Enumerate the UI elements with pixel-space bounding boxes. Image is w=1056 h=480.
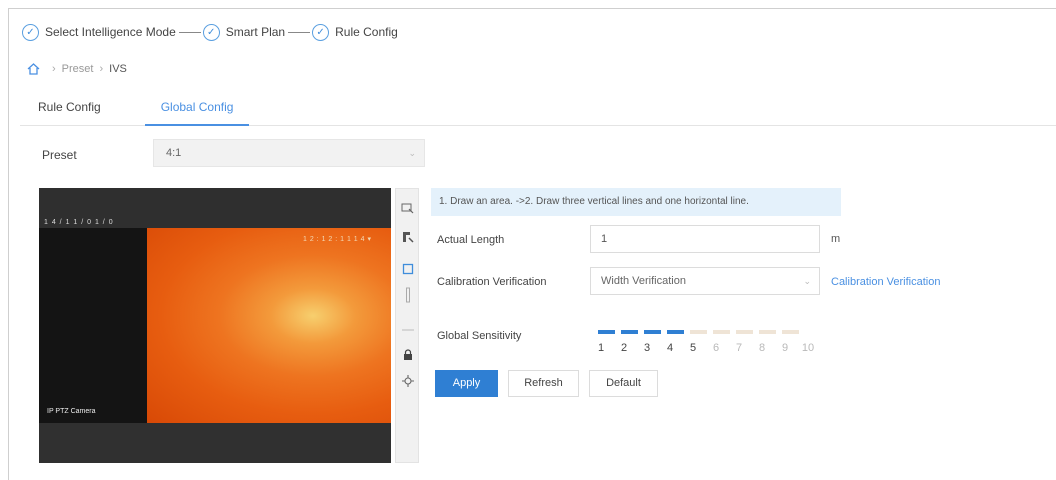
sensitivity-segment[interactable]: [621, 330, 638, 334]
locate-icon[interactable]: [400, 373, 415, 388]
lock-icon[interactable]: [400, 347, 415, 362]
breadcrumb-separator: ›: [99, 63, 104, 75]
sensitivity-level: 7: [735, 342, 743, 354]
step-label: Smart Plan: [225, 25, 286, 39]
camera-name-label: IP PTZ Camera: [47, 408, 96, 415]
sensitivity-level: 1: [597, 342, 605, 354]
breadcrumb-separator: ›: [52, 63, 56, 75]
instruction-hint: 1. Draw an area. ->2. Draw three vertica…: [431, 188, 841, 216]
breadcrumb-item-ivs: IVS: [109, 63, 127, 75]
step-smart-plan[interactable]: ✓ Smart Plan: [202, 23, 286, 41]
sensitivity-level: 5: [689, 342, 697, 354]
video-osd-date: 1 4 / 1 1 / 0 1 / 0: [44, 219, 114, 226]
preset-label: Preset: [42, 148, 77, 162]
video-osd-time: 1 2 : 1 2 : 1 1 1 4 ▾: [303, 236, 372, 243]
actual-length-label: Actual Length: [437, 234, 505, 246]
check-circle-icon: ✓: [312, 23, 330, 41]
preset-select[interactable]: 4:1 ⌄: [153, 139, 425, 167]
refresh-button[interactable]: Refresh: [508, 370, 579, 397]
sensitivity-level: 9: [781, 342, 789, 354]
sensitivity-level: 6: [712, 342, 720, 354]
step-connector: [178, 31, 201, 33]
chevron-down-icon: ⌄: [408, 148, 416, 158]
tab-global-config[interactable]: Global Config: [144, 90, 250, 126]
tab-rule-config[interactable]: Rule Config: [20, 90, 119, 126]
sensitivity-level: 2: [620, 342, 628, 354]
check-circle-icon: ✓: [202, 23, 220, 41]
drawing-toolbar: [395, 188, 419, 463]
breadcrumb-item-preset[interactable]: Preset: [62, 63, 94, 75]
sensitivity-level: 10: [801, 342, 815, 354]
calibration-verification-select[interactable]: Width Verification ⌄: [590, 267, 820, 295]
breadcrumb: › Preset › IVS: [27, 63, 127, 75]
sensitivity-level: 3: [643, 342, 651, 354]
preset-value: 4:1: [166, 147, 182, 159]
calibration-verification-label: Calibration Verification: [437, 276, 547, 288]
global-sensitivity-label: Global Sensitivity: [437, 330, 522, 342]
chevron-down-icon: ⌄: [803, 276, 811, 286]
config-tabs: Rule Config Global Config: [20, 90, 1056, 126]
step-connector: [288, 31, 311, 33]
video-letterbox-bottom: [39, 423, 391, 463]
step-select-intelligence-mode[interactable]: ✓ Select Intelligence Mode: [22, 23, 176, 41]
video-dark-region: [39, 228, 147, 423]
apply-button[interactable]: Apply: [435, 370, 498, 397]
draw-area-icon[interactable]: [400, 201, 415, 216]
sensitivity-segment[interactable]: [667, 330, 684, 334]
sensitivity-segment[interactable]: [598, 330, 615, 334]
wizard-steps: ✓ Select Intelligence Mode ✓ Smart Plan …: [22, 22, 398, 42]
default-button[interactable]: Default: [589, 370, 658, 397]
step-label: Select Intelligence Mode: [45, 25, 176, 39]
home-icon[interactable]: [27, 63, 40, 75]
sensitivity-slider[interactable]: [598, 330, 805, 334]
step-rule-config[interactable]: ✓ Rule Config: [312, 23, 398, 41]
sensitivity-segment[interactable]: [759, 330, 776, 334]
sensitivity-segment[interactable]: [690, 330, 707, 334]
vertical-line-icon[interactable]: [400, 287, 415, 302]
video-preview[interactable]: 1 4 / 1 1 / 0 1 / 0 1 2 : 1 2 : 1 1 1 4 …: [39, 188, 391, 463]
sensitivity-segment[interactable]: [736, 330, 753, 334]
check-circle-icon: ✓: [22, 23, 39, 41]
calibration-verification-value: Width Verification: [601, 275, 686, 287]
length-unit: m: [831, 233, 841, 245]
draw-rect-icon[interactable]: [400, 261, 415, 276]
actual-length-input[interactable]: 1: [590, 225, 820, 253]
step-label: Rule Config: [335, 25, 398, 39]
draw-line-icon[interactable]: [400, 229, 415, 244]
horizontal-line-icon[interactable]: [400, 322, 415, 337]
sensitivity-scale: 1 2 3 4 5 6 7 8 9 10: [592, 342, 822, 354]
sensitivity-segment[interactable]: [713, 330, 730, 334]
sensitivity-segment[interactable]: [644, 330, 661, 334]
sensitivity-level: 4: [666, 342, 674, 354]
calibration-verification-link[interactable]: Calibration Verification: [831, 276, 940, 288]
sensitivity-segment[interactable]: [782, 330, 799, 334]
thermal-image: [147, 228, 391, 423]
sensitivity-level: 8: [758, 342, 766, 354]
